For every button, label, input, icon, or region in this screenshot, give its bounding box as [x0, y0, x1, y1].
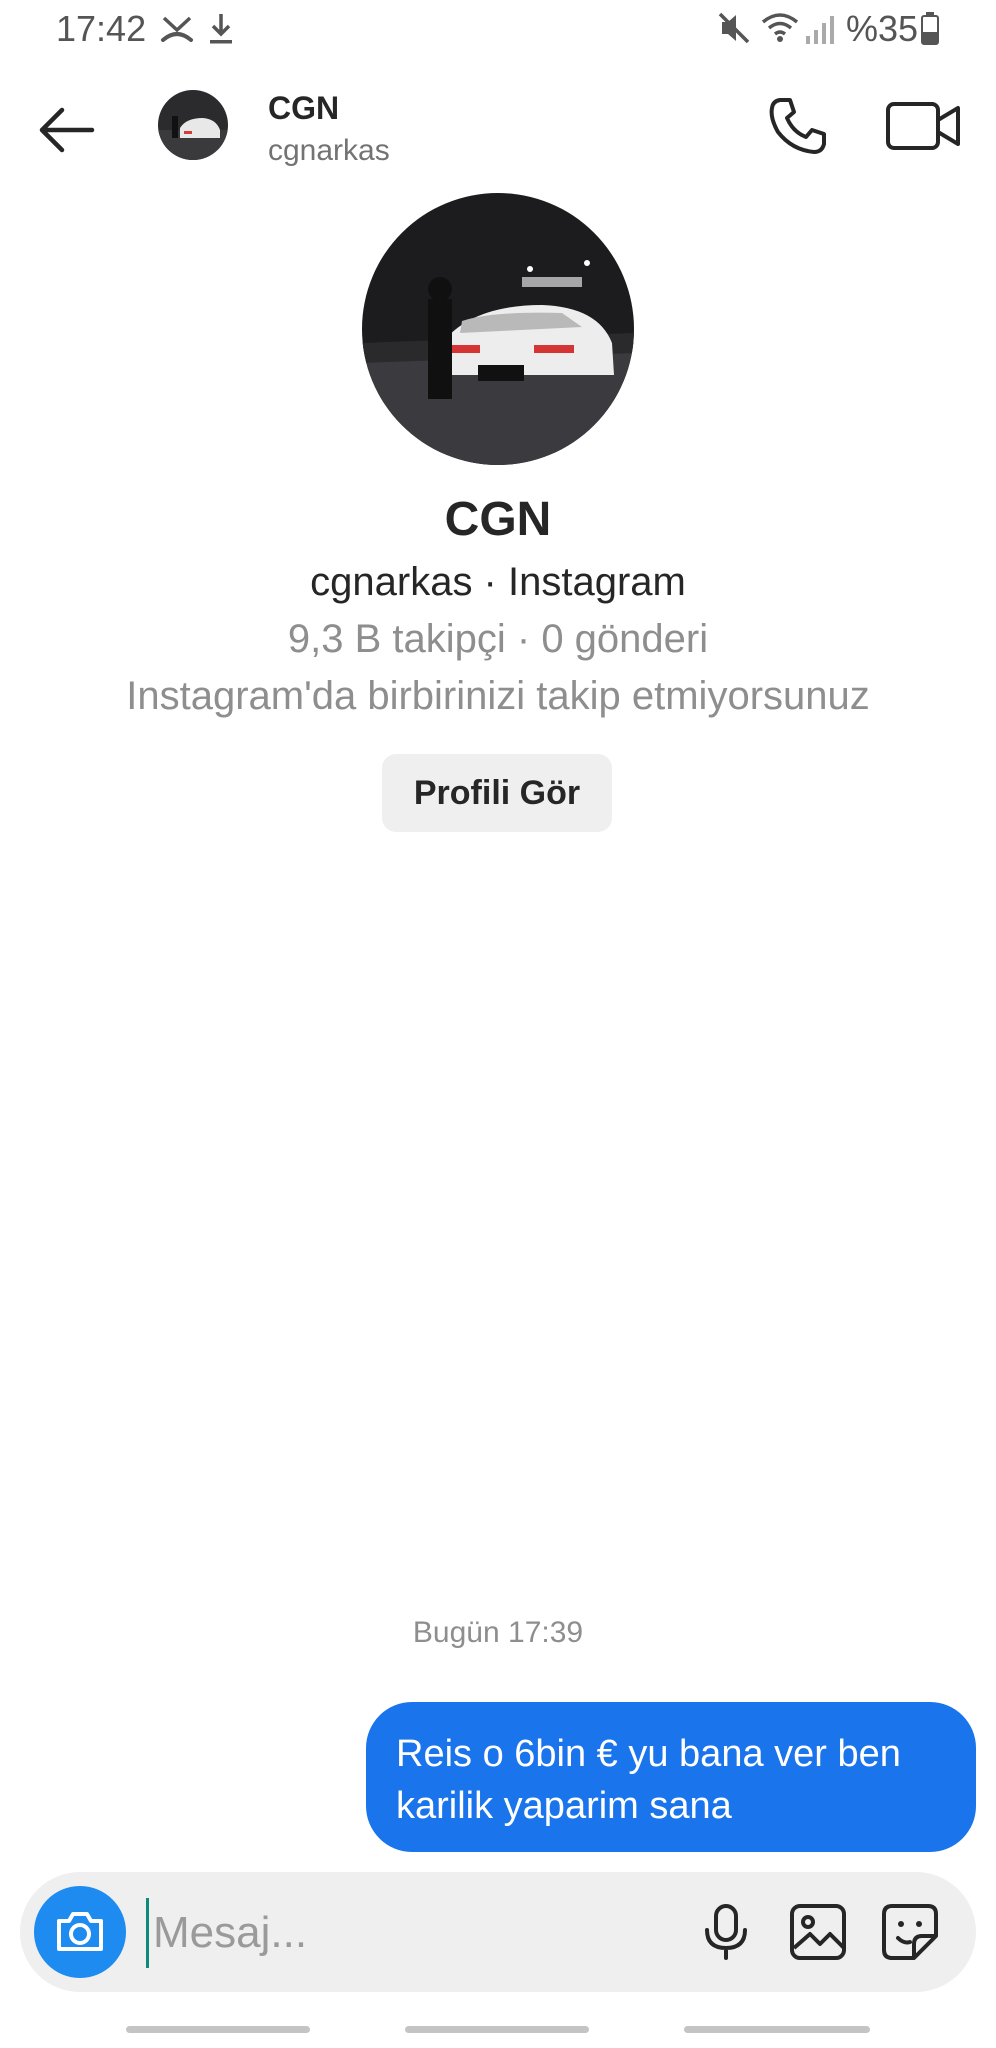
- message-composer: [20, 1872, 976, 1992]
- profile-subtitle: cgnarkas · Instagram: [310, 560, 686, 604]
- wifi-icon: [761, 13, 799, 42]
- missed-call-icon: [161, 16, 193, 42]
- header-username[interactable]: cgnarkas: [268, 134, 390, 168]
- follow-status: Instagram'da birbirinizi takip etmiyorsu…: [126, 674, 870, 718]
- nav-back-hint[interactable]: [684, 2026, 870, 2033]
- sticker-button[interactable]: [878, 1900, 942, 1964]
- sticker-icon: [882, 1904, 938, 1960]
- battery-percentage: %35: [846, 8, 919, 49]
- nav-home-hint[interactable]: [405, 2026, 589, 2033]
- header-avatar[interactable]: [158, 90, 228, 160]
- message-input[interactable]: [146, 1898, 675, 1968]
- voice-message-button[interactable]: [694, 1900, 758, 1964]
- message-timestamp: Bugün 17:39: [412, 1616, 584, 1649]
- header-name[interactable]: CGN: [268, 90, 339, 127]
- gallery-icon: [790, 1904, 846, 1960]
- video-call-button[interactable]: [884, 94, 964, 158]
- video-camera-icon: [886, 102, 960, 150]
- voice-call-button[interactable]: [766, 94, 830, 158]
- profile-stats: 9,3 B takipçi · 0 gönderi: [287, 617, 709, 661]
- back-arrow-icon: [39, 107, 95, 153]
- camera-button[interactable]: [34, 1886, 126, 1978]
- signal-icon: [806, 16, 834, 44]
- chat-header: CGN cgnarkas: [0, 70, 996, 190]
- message-text: Reis o 6bin € yu bana ver ben karilik ya…: [396, 1733, 901, 1827]
- profile-avatar[interactable]: [362, 193, 634, 465]
- profile-name: CGN: [444, 493, 552, 546]
- sent-message-bubble[interactable]: Reis o 6bin € yu bana ver ben karilik ya…: [366, 1702, 976, 1852]
- status-time: 17:42: [56, 8, 147, 49]
- download-icon: [210, 14, 232, 44]
- gallery-button[interactable]: [786, 1900, 850, 1964]
- status-bar: 17:42 %35: [0, 0, 996, 60]
- back-button[interactable]: [34, 96, 102, 164]
- nav-recents-hint[interactable]: [126, 2026, 310, 2033]
- camera-icon: [57, 1912, 103, 1951]
- phone-icon: [769, 98, 826, 154]
- mute-icon: [718, 12, 750, 44]
- view-profile-button[interactable]: Profili Gör: [382, 754, 612, 832]
- battery-icon: [921, 12, 939, 45]
- microphone-icon: [705, 1904, 747, 1960]
